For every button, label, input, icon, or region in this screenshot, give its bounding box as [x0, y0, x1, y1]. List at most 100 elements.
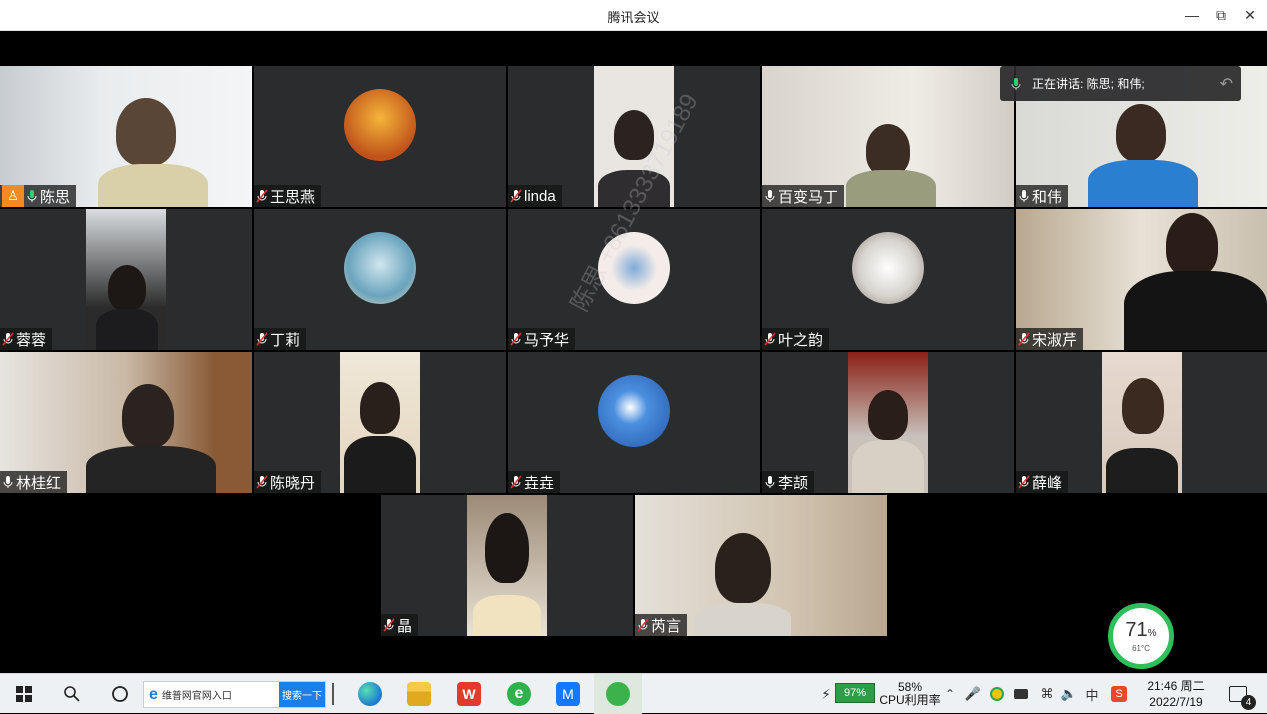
- printer-icon[interactable]: [1012, 674, 1030, 714]
- security-icon[interactable]: [988, 674, 1006, 714]
- battery-indicator[interactable]: 97%: [835, 683, 875, 703]
- taskbar: e 维普网官网入口 搜索一下 W e M ⚡ 97% 58% CPU利用率 ⌃ 🎤…: [0, 673, 1267, 714]
- mic-on-icon: [26, 189, 38, 203]
- participant-tile[interactable]: 晶: [381, 495, 633, 636]
- mic-muted-icon: [510, 475, 522, 489]
- participant-tile[interactable]: 垚垚: [508, 352, 760, 493]
- mic-muted-icon: [383, 618, 395, 632]
- window-title: 腾讯会议: [607, 10, 660, 25]
- mic-on-icon: [2, 475, 14, 489]
- participant-tile[interactable]: 李颉: [762, 352, 1014, 493]
- host-icon: ♙: [2, 185, 24, 207]
- input-method-icon[interactable]: 中: [1082, 674, 1102, 714]
- volume-icon[interactable]: 🔈: [1060, 674, 1078, 714]
- tencent-meeting-icon[interactable]: M: [552, 674, 584, 714]
- edge-browser-icon[interactable]: [354, 674, 386, 714]
- collapse-arrow-icon[interactable]: ↶: [1220, 74, 1233, 94]
- notification-count: 4: [1241, 695, 1256, 710]
- wifi-icon[interactable]: ⌘: [1038, 674, 1056, 714]
- name-tag: 薛峰: [1016, 471, 1069, 493]
- name-tag: 宋淑芹: [1016, 328, 1084, 350]
- participant-tile[interactable]: 陈晓丹: [254, 352, 506, 493]
- system-clock[interactable]: 21:46 周二 2022/7/19: [1138, 678, 1214, 710]
- task-view-icon[interactable]: [104, 674, 136, 714]
- participant-tile[interactable]: 蓉蓉: [0, 209, 252, 350]
- name-tag: 和伟: [1016, 185, 1069, 207]
- mic-muted-icon: [1018, 475, 1030, 489]
- cpu-gauge[interactable]: 71% 61°C: [1108, 603, 1174, 669]
- avatar: [852, 232, 924, 304]
- avatar: [344, 232, 416, 304]
- meeting-window: 腾讯会议 — ⧉ ✕ ♙ 陈思 王思燕 linda 百变马丁 和伟 蓉蓉 丁莉 …: [0, 0, 1267, 673]
- name-tag: 蓉蓉: [0, 328, 53, 350]
- name-tag: 李颉: [762, 471, 815, 493]
- name-tag: 芮言: [635, 614, 688, 636]
- clock-time: 21:46 周二: [1147, 679, 1205, 693]
- browser-icon[interactable]: e: [503, 674, 535, 714]
- video-feed: [594, 66, 674, 207]
- participant-tile[interactable]: 百变马丁: [762, 66, 1014, 207]
- video-feed: [340, 352, 420, 493]
- video-grid: ♙ 陈思 王思燕 linda 百变马丁 和伟 蓉蓉 丁莉 马予华 叶之韵 宋淑芹…: [0, 66, 1267, 636]
- name-tag: 马予华: [508, 328, 576, 350]
- participant-tile[interactable]: 叶之韵: [762, 209, 1014, 350]
- chevron-up-icon[interactable]: ⌃: [942, 674, 958, 714]
- name-tag: 王思燕: [254, 185, 322, 207]
- minimize-icon[interactable]: —: [1180, 4, 1204, 26]
- title-bar: 腾讯会议 — ⧉ ✕: [0, 0, 1267, 31]
- mic-on-icon: [1018, 189, 1030, 203]
- mic-muted-icon: [256, 332, 268, 346]
- search-input[interactable]: 维普网官网入口: [158, 687, 278, 702]
- notification-center-icon[interactable]: 4: [1222, 674, 1256, 714]
- mic-muted-icon: [764, 332, 776, 346]
- participant-tile[interactable]: 宋淑芹: [1016, 209, 1267, 350]
- cpu-usage[interactable]: 58% CPU利用率: [878, 674, 942, 714]
- name-tag: 陈晓丹: [254, 471, 322, 493]
- video-feed: [467, 495, 547, 636]
- mic-muted-icon: [256, 475, 268, 489]
- speaking-indicator[interactable]: 正在讲话: 陈思; 和伟; ↶: [1000, 66, 1241, 101]
- participant-tile[interactable]: linda: [508, 66, 760, 207]
- name-tag: 林桂红: [0, 471, 68, 493]
- power-plug-icon[interactable]: ⚡: [818, 674, 834, 714]
- participant-tile[interactable]: 马予华: [508, 209, 760, 350]
- mic-muted-icon: [1018, 332, 1030, 346]
- speaking-text: 正在讲话: 陈思; 和伟;: [1032, 77, 1145, 91]
- wps-office-icon[interactable]: W: [453, 674, 485, 714]
- name-tag: 晶: [381, 614, 419, 636]
- mic-on-icon: [1010, 77, 1022, 91]
- close-icon[interactable]: ✕: [1238, 4, 1262, 26]
- name-tag: linda: [508, 185, 562, 207]
- file-explorer-icon[interactable]: [403, 674, 435, 714]
- mic-muted-icon: [2, 332, 14, 346]
- search-icon[interactable]: [56, 674, 88, 714]
- participant-tile[interactable]: 林桂红: [0, 352, 252, 493]
- cpu-label: CPU利用率: [879, 693, 941, 707]
- avatar: [598, 375, 670, 447]
- name-tag: 丁莉: [254, 328, 307, 350]
- participant-tile[interactable]: 芮言: [635, 495, 887, 636]
- windows-start-icon[interactable]: [8, 674, 40, 714]
- video-feed: [86, 209, 166, 350]
- web-search-box[interactable]: e 维普网官网入口 搜索一下: [143, 681, 326, 708]
- gauge-percent: 71%: [1125, 618, 1157, 641]
- participant-tile[interactable]: 丁莉: [254, 209, 506, 350]
- name-tag: 叶之韵: [762, 328, 830, 350]
- mic-on-icon: [764, 475, 776, 489]
- participant-tile[interactable]: 薛峰: [1016, 352, 1267, 493]
- mic-muted-icon: [256, 189, 268, 203]
- name-tag: ♙ 陈思: [0, 185, 77, 207]
- microphone-icon[interactable]: 🎤: [964, 674, 982, 714]
- participant-tile[interactable]: ♙ 陈思: [0, 66, 252, 207]
- search-button[interactable]: 搜索一下: [279, 682, 325, 707]
- sogou-icon[interactable]: S: [1108, 674, 1130, 714]
- avatar: [344, 89, 416, 161]
- name-tag: 百变马丁: [762, 185, 845, 207]
- participant-tile[interactable]: 王思燕: [254, 66, 506, 207]
- name-tag: 垚垚: [508, 471, 561, 493]
- restore-icon[interactable]: ⧉: [1209, 4, 1233, 26]
- wechat-icon[interactable]: [594, 674, 642, 714]
- video-feed: [1102, 352, 1182, 493]
- clock-date: 2022/7/19: [1149, 695, 1203, 709]
- separator: [330, 674, 336, 714]
